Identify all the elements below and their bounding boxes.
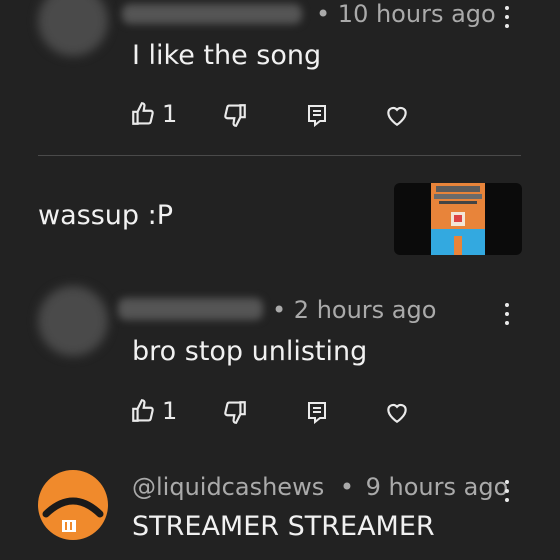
heart-icon bbox=[387, 106, 407, 127]
avatar-image bbox=[42, 497, 104, 532]
more-button[interactable] bbox=[495, 2, 519, 32]
comment-meta: @liquidcashews • 9 hours ago bbox=[132, 473, 508, 501]
reply-icon bbox=[308, 105, 326, 127]
separator-dot: • bbox=[339, 473, 354, 501]
comment-text: STREAMER STREAMER bbox=[132, 511, 435, 542]
dislike-icon bbox=[224, 104, 246, 127]
more-vert-icon bbox=[505, 303, 509, 307]
post-text: wassup :P bbox=[38, 200, 173, 231]
comment-handle[interactable]: @liquidcashews bbox=[132, 473, 324, 501]
more-button[interactable] bbox=[495, 476, 519, 506]
reply-button[interactable] bbox=[306, 103, 328, 127]
comment-meta: • 2 hours ago bbox=[272, 296, 436, 324]
comment-meta: • 10 hours ago bbox=[316, 0, 496, 28]
comment-time: 10 hours ago bbox=[337, 0, 496, 28]
avatar[interactable] bbox=[38, 0, 108, 56]
avatar[interactable] bbox=[38, 470, 108, 540]
like-icon bbox=[132, 102, 154, 125]
dislike-icon bbox=[224, 401, 246, 424]
video-thumbnail[interactable] bbox=[394, 183, 522, 255]
separator-dot: • bbox=[316, 0, 331, 28]
like-button[interactable]: 1 bbox=[130, 397, 177, 425]
dislike-button[interactable] bbox=[222, 399, 248, 425]
heart-button[interactable] bbox=[384, 399, 410, 425]
heart-icon bbox=[387, 403, 407, 424]
like-count: 1 bbox=[162, 100, 178, 128]
username[interactable] bbox=[118, 298, 263, 320]
avatar[interactable] bbox=[38, 286, 108, 356]
comment-text: I like the song bbox=[132, 40, 322, 71]
thumbnail-image bbox=[431, 183, 485, 255]
heart-button[interactable] bbox=[384, 102, 410, 128]
like-count: 1 bbox=[162, 397, 178, 425]
separator-dot: • bbox=[272, 296, 287, 324]
dislike-button[interactable] bbox=[222, 102, 248, 128]
more-vert-icon bbox=[505, 6, 509, 10]
like-button[interactable]: 1 bbox=[130, 100, 177, 128]
comment-text: bro stop unlisting bbox=[132, 336, 368, 367]
divider bbox=[38, 155, 521, 156]
more-button[interactable] bbox=[495, 299, 519, 329]
comment-time: 2 hours ago bbox=[293, 296, 437, 324]
comment-time: 9 hours ago bbox=[365, 473, 509, 501]
username[interactable] bbox=[122, 4, 302, 24]
reply-button[interactable] bbox=[306, 400, 328, 424]
more-vert-icon bbox=[505, 480, 509, 484]
like-icon bbox=[132, 399, 154, 422]
reply-icon bbox=[308, 402, 326, 424]
